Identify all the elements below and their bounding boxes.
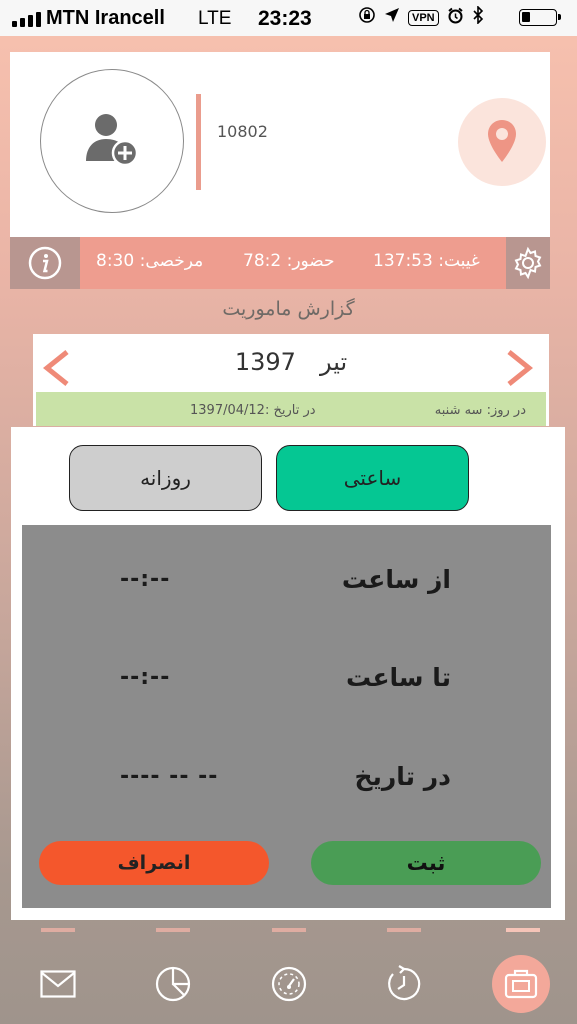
alarm-icon — [447, 7, 464, 29]
date-label: در تاریخ :1397/04/12 — [190, 403, 316, 418]
nav-dashboard[interactable] — [260, 952, 318, 1016]
info-button[interactable] — [10, 237, 80, 289]
active-tab-bubble — [492, 955, 550, 1013]
location-arrow-icon — [384, 7, 400, 28]
tab-daily[interactable]: روزانه — [69, 445, 262, 511]
month-title: تیر 1397 — [33, 348, 549, 376]
to-time-row[interactable]: تا ساعت --:-- — [22, 663, 551, 703]
leave-stat: مرخصی: 8:30 — [96, 251, 204, 271]
user-id: 10802 — [217, 122, 268, 141]
from-time-value[interactable]: --:-- — [120, 567, 170, 592]
tab-indicator — [272, 928, 306, 932]
profile-card: 10802 — — [10, 52, 550, 238]
network-type: LTE — [198, 8, 232, 29]
history-icon — [388, 965, 421, 1001]
next-month-button[interactable] — [503, 348, 537, 392]
location-button[interactable] — [458, 98, 546, 186]
nav-history[interactable] — [375, 952, 433, 1016]
signal-icon — [12, 12, 41, 27]
status-icons: VPN — [358, 5, 484, 29]
avatar-add-button[interactable] — [40, 69, 184, 213]
status-bar: MTN Irancell LTE 23:23 VPN — [0, 0, 577, 36]
gauge-icon — [271, 966, 307, 1002]
stats-bar: مرخصی: 8:30 حضور: 78:2 غیبت: 137:53 — [10, 237, 550, 289]
chevron-right-icon — [507, 350, 534, 386]
tab-hourly[interactable]: ساعتی — [276, 445, 469, 511]
tab-indicator — [41, 928, 75, 932]
tab-indicator — [387, 928, 421, 932]
accent-divider — [196, 94, 201, 190]
month-name: تیر — [319, 348, 348, 376]
battery-icon — [519, 9, 561, 26]
to-time-label: تا ساعت — [346, 663, 451, 692]
vpn-badge: VPN — [408, 9, 439, 26]
form-panel: از ساعت --:-- تا ساعت --:-- در تاریخ ---… — [22, 525, 551, 908]
info-icon — [28, 246, 62, 280]
carrier-name: MTN Irancell — [46, 7, 165, 29]
rotation-lock-icon — [358, 6, 376, 29]
briefcase-icon — [504, 969, 538, 999]
user-name-redacted: — — [217, 152, 363, 174]
mission-entry-dialog: روزانه ساعتی از ساعت --:-- تا ساعت --:--… — [11, 427, 565, 920]
tab-indicator-active — [506, 928, 540, 932]
absence-stat: غیبت: 137:53 — [373, 251, 480, 271]
bluetooth-icon — [472, 5, 484, 29]
presence-stat: حضور: 78:2 — [243, 251, 335, 271]
mail-icon — [40, 970, 76, 998]
nav-missions[interactable] — [492, 952, 550, 1016]
add-user-icon — [86, 114, 139, 167]
date-field-value[interactable]: ---- -- -- — [120, 764, 218, 789]
day-label: در روز: سه شنبه — [434, 403, 526, 418]
pie-chart-icon — [155, 966, 191, 1002]
tab-indicator — [156, 928, 190, 932]
page-title: گزارش ماموریت — [222, 298, 355, 320]
date-field-label: در تاریخ — [354, 762, 452, 791]
year: 1397 — [234, 348, 296, 376]
settings-button[interactable] — [506, 237, 550, 289]
map-pin-icon — [488, 120, 516, 162]
clock: 23:23 — [258, 7, 312, 30]
from-time-label: از ساعت — [341, 565, 451, 594]
selected-day-row[interactable]: در روز: سه شنبه در تاریخ :1397/04/12 — [36, 392, 546, 426]
cancel-button[interactable]: انصراف — [39, 841, 269, 885]
to-time-value[interactable]: --:-- — [120, 665, 170, 690]
nav-reports[interactable] — [144, 952, 202, 1016]
from-time-row[interactable]: از ساعت --:-- — [22, 565, 551, 605]
nav-messages[interactable] — [29, 952, 87, 1016]
submit-button[interactable]: ثبت — [311, 841, 541, 885]
date-row[interactable]: در تاریخ ---- -- -- — [22, 762, 551, 802]
gear-icon — [514, 246, 542, 280]
month-selector: تیر 1397 در روز: سه شنبه در تاریخ :1397/0… — [33, 334, 549, 426]
